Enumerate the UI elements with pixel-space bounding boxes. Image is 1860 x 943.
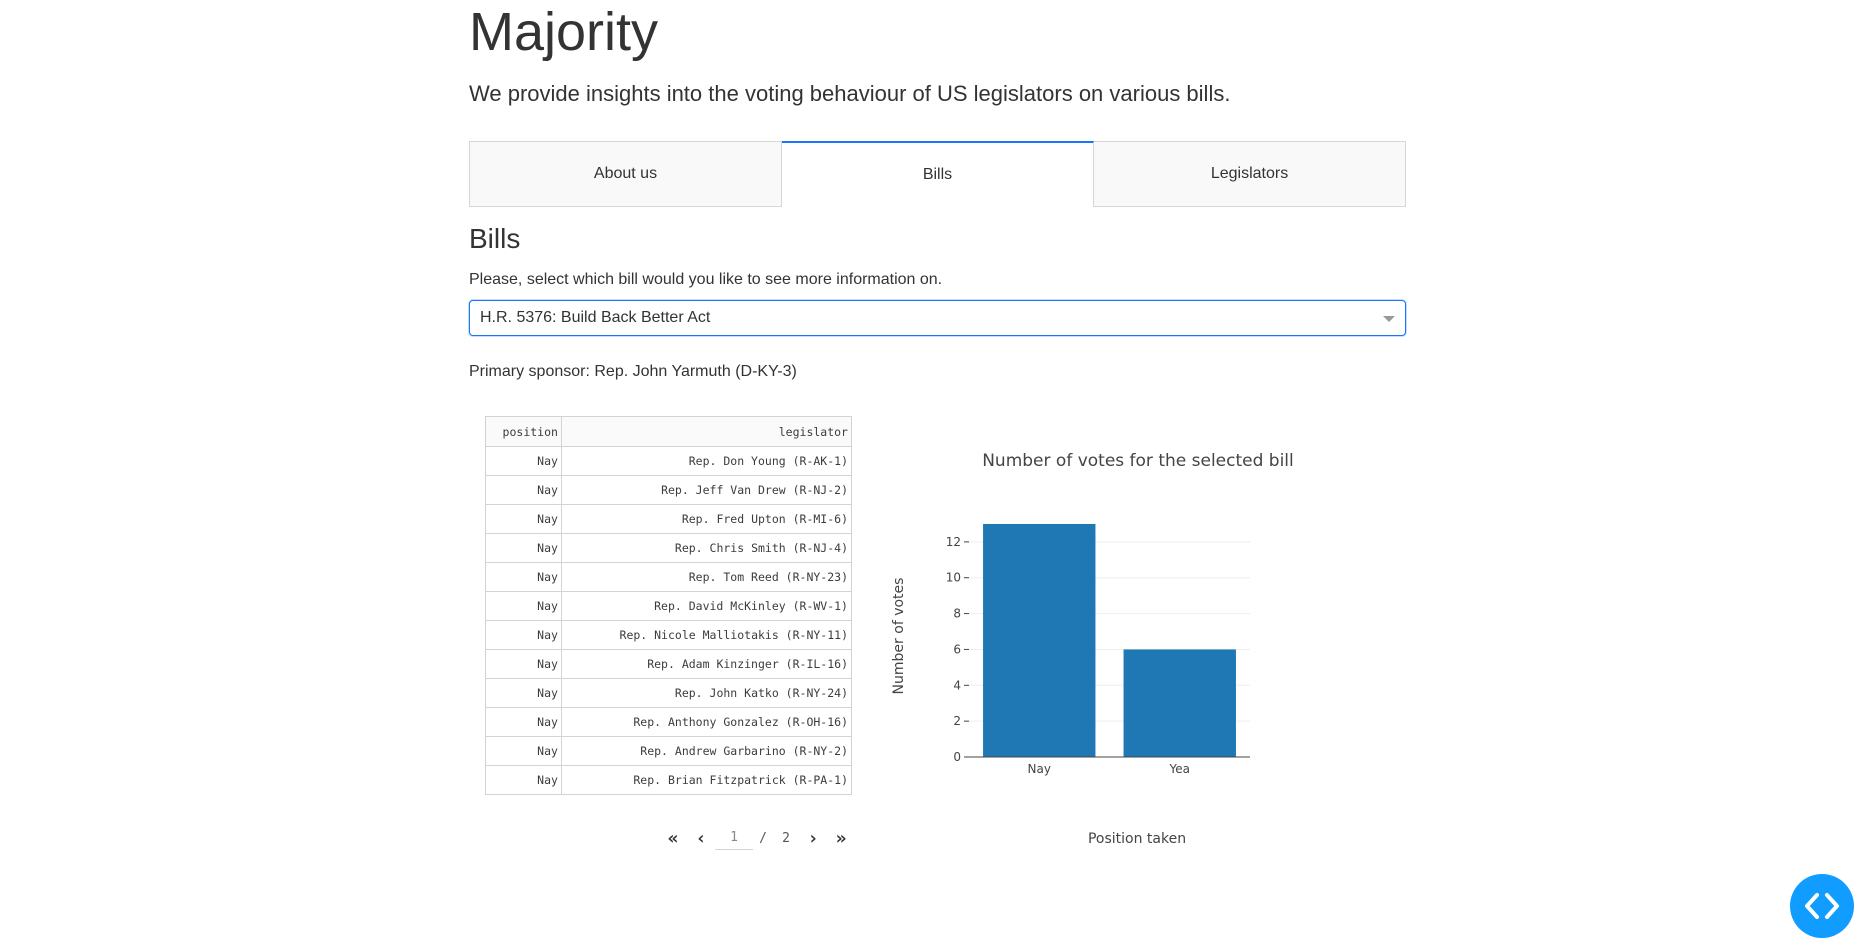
chart-y-tick-label: 0 (953, 750, 961, 764)
cell-position[interactable]: Nay (485, 591, 562, 621)
cell-legislator[interactable]: Rep. Anthony Gonzalez (R-OH-16) (560, 707, 853, 737)
tab-legislators[interactable]: Legislators (1094, 141, 1406, 207)
chart-x-axis-label: Position taken (1088, 831, 1186, 847)
cell-legislator[interactable]: Rep. Fred Upton (R-MI-6) (560, 504, 853, 534)
table-row: Nay Rep. John Katko (R-NY-24) (485, 678, 853, 708)
table-header-row: position legislator (485, 416, 853, 447)
cell-position[interactable]: Nay (485, 533, 562, 563)
chart-svg: Number of votes for the selected bill Nu… (891, 451, 1294, 847)
cell-legislator[interactable]: Rep. Jeff Van Drew (R-NJ-2) (560, 475, 853, 505)
cell-legislator[interactable]: Rep. Nicole Malliotakis (R-NY-11) (560, 620, 853, 650)
cell-position[interactable]: Nay (485, 765, 562, 795)
first-page-button[interactable]: « (659, 828, 687, 849)
cell-legislator[interactable]: Rep. Andrew Garbarino (R-NY-2) (560, 736, 853, 766)
table-row: Nay Rep. Andrew Garbarino (R-NY-2) (485, 736, 853, 766)
cell-legislator[interactable]: Rep. Adam Kinzinger (R-IL-16) (560, 649, 853, 679)
table-row: Nay Rep. Nicole Malliotakis (R-NY-11) (485, 620, 853, 650)
cell-position[interactable]: Nay (485, 504, 562, 534)
chart-y-tick-label: 12 (946, 535, 961, 549)
cell-position[interactable]: Nay (485, 707, 562, 737)
chart-y-axis-label: Number of votes (891, 578, 907, 695)
chart-title: Number of votes for the selected bill (982, 451, 1294, 471)
cell-legislator[interactable]: Rep. Don Young (R-AK-1) (560, 446, 853, 476)
chart-y-tick-label: 8 (953, 607, 961, 621)
code-toggle-button[interactable] (1790, 874, 1854, 938)
chart-y-tick-label: 4 (953, 678, 961, 692)
chart-bar-yea[interactable] (1123, 649, 1236, 757)
table-row: Nay Rep. Don Young (R-AK-1) (485, 446, 853, 476)
table-row: Nay Rep. Brian Fitzpatrick (R-PA-1) (485, 765, 853, 795)
cell-legislator[interactable]: Rep. Chris Smith (R-NJ-4) (560, 533, 853, 563)
votes-bar-chart: Number of votes for the selected bill Nu… (889, 415, 1389, 865)
primary-sponsor: Primary sponsor: Rep. John Yarmuth (D-KY… (469, 363, 797, 380)
app-title: Majority (469, 2, 659, 62)
table-row: Nay Rep. Chris Smith (R-NJ-4) (485, 533, 853, 563)
cell-legislator[interactable]: Rep. John Katko (R-NY-24) (560, 678, 853, 708)
page-separator: / (759, 830, 767, 846)
table-row: Nay Rep. Adam Kinzinger (R-IL-16) (485, 649, 853, 679)
total-pages: 2 (782, 830, 790, 846)
table-row: Nay Rep. Jeff Van Drew (R-NJ-2) (485, 475, 853, 505)
bill-dropdown-value: H.R. 5376: Build Back Better Act (480, 309, 711, 326)
next-page-button[interactable]: › (799, 828, 827, 849)
chart-x-tick-label: Nay (1028, 762, 1051, 776)
cell-legislator[interactable]: Rep. Tom Reed (R-NY-23) (560, 562, 853, 592)
chart-y-tick-label: 6 (953, 642, 961, 656)
column-header-legislator[interactable]: legislator (560, 416, 853, 447)
votes-table: position legislator Nay Rep. Don Young (R… (485, 416, 853, 795)
chevron-down-icon[interactable] (1383, 316, 1395, 322)
cell-legislator[interactable]: Rep. David McKinley (R-WV-1) (560, 591, 853, 621)
cell-position[interactable]: Nay (485, 446, 562, 476)
cell-position[interactable]: Nay (485, 649, 562, 679)
table-row: Nay Rep. Tom Reed (R-NY-23) (485, 562, 853, 592)
app-subtitle: We provide insights into the voting beha… (469, 81, 1231, 106)
chart-bar-nay[interactable] (983, 523, 1096, 757)
previous-page-button[interactable]: ‹ (687, 828, 715, 849)
current-page-input[interactable]: 1 (715, 827, 753, 850)
cell-position[interactable]: Nay (485, 678, 562, 708)
pagination: « ‹ 1 / 2 › » (659, 826, 855, 850)
tab-bills[interactable]: Bills (782, 141, 1094, 207)
bill-dropdown[interactable]: H.R. 5376: Build Back Better Act (469, 300, 1406, 336)
code-icon (1805, 893, 1839, 919)
last-page-button[interactable]: » (827, 828, 855, 849)
bill-select-prompt: Please, select which bill would you like… (469, 271, 943, 288)
cell-position[interactable]: Nay (485, 562, 562, 592)
cell-position[interactable]: Nay (485, 736, 562, 766)
table-row: Nay Rep. Fred Upton (R-MI-6) (485, 504, 853, 534)
cell-legislator[interactable]: Rep. Brian Fitzpatrick (R-PA-1) (560, 765, 853, 795)
tab-about-us[interactable]: About us (469, 141, 782, 207)
chart-y-tick-label: 2 (953, 714, 961, 728)
cell-position[interactable]: Nay (485, 475, 562, 505)
column-header-position[interactable]: position (485, 416, 562, 447)
chart-y-tick-label: 10 (946, 571, 961, 585)
table-row: Nay Rep. Anthony Gonzalez (R-OH-16) (485, 707, 853, 737)
chart-x-tick-label: Yea (1169, 762, 1190, 776)
table-row: Nay Rep. David McKinley (R-WV-1) (485, 591, 853, 621)
section-title: Bills (469, 223, 521, 254)
tab-bar: About us Bills Legislators (469, 141, 1406, 207)
cell-position[interactable]: Nay (485, 620, 562, 650)
